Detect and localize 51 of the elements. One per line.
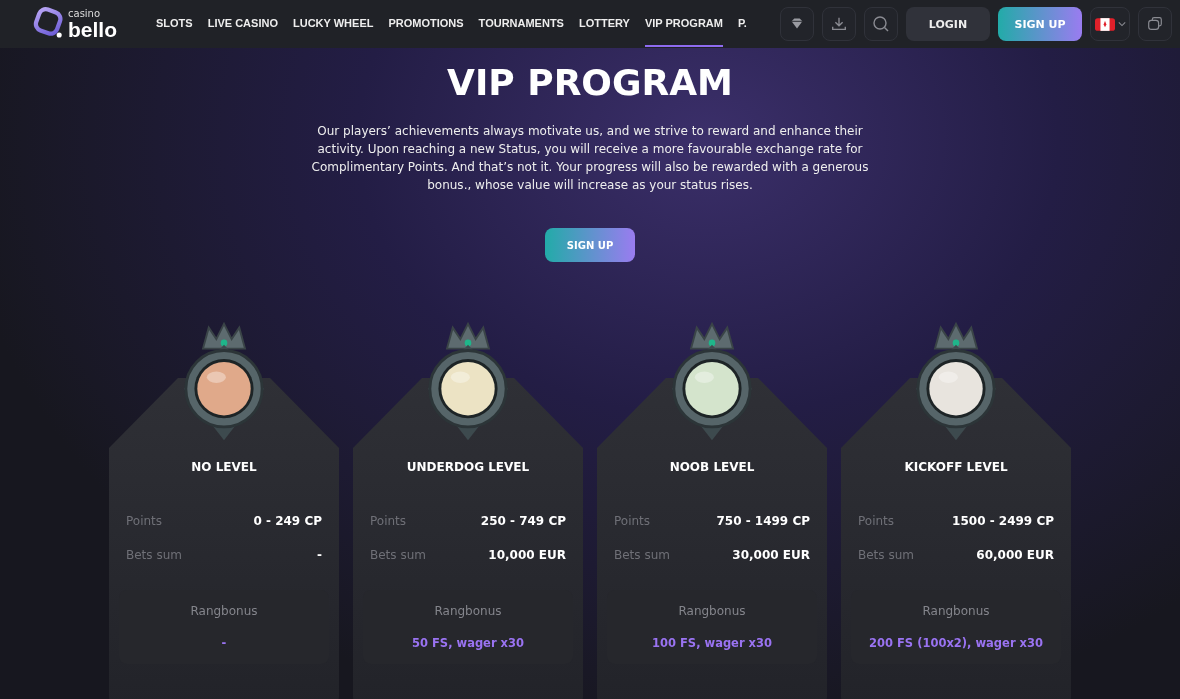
bets-value: 10,000 EUR [488, 548, 566, 562]
bonus-value: - [221, 636, 227, 650]
points-label: Points [126, 514, 163, 528]
nav-link[interactable]: LIVE CASINO [207, 1, 278, 47]
bonus-label: Rangbonus [190, 604, 258, 618]
nav-link[interactable]: LOTTERY [578, 1, 630, 47]
bonus-label: Rangbonus [922, 604, 990, 618]
login-button[interactable]: LOGIN [906, 7, 990, 41]
bets-label: Bets sum [614, 548, 670, 562]
bonus-label: Rangbonus [678, 604, 746, 618]
points-value: 1500 - 2499 CP [952, 514, 1054, 528]
level-title: KICKOFF LEVEL [903, 460, 1009, 474]
chat-icon [1146, 15, 1164, 33]
bets-value: 30,000 EUR [732, 548, 810, 562]
points-value: 750 - 1499 CP [716, 514, 810, 528]
search-button[interactable] [864, 7, 898, 41]
points-value: 250 - 749 CP [480, 514, 566, 528]
nav-link[interactable]: P. [737, 1, 747, 47]
bonus-label: Rangbonus [434, 604, 502, 618]
bets-value: 60,000 EUR [976, 548, 1054, 562]
points-label: Points [858, 514, 895, 528]
nav-link[interactable]: TOURNAMENTS [478, 1, 564, 47]
bonus-value: 50 FS, wager x30 [412, 636, 524, 650]
intro-paragraph: Our players’ achievements always motivate us, and we strive to reward and enhance their activity. Upon reaching a new Status, you will receive a more favourable exchange rate for Complimentary Points. And that’s not it. Your progress will also be rewarded with a generous bonus., whose value will increase as your status rises. [310, 123, 870, 194]
level-title: UNDERDOG LEVEL [405, 460, 531, 474]
diamond-button[interactable] [780, 7, 814, 41]
flag-icon [1094, 17, 1115, 31]
points-label: Points [370, 514, 407, 528]
bets-value: - [317, 548, 322, 562]
chevron-down-icon [1117, 21, 1126, 27]
points-label: Points [614, 514, 651, 528]
points-value: 0 - 249 CP [253, 514, 322, 528]
page-title: VIP PROGRAM [447, 61, 733, 105]
nav-link[interactable]: VIP PROGRAM [644, 1, 723, 47]
level-title: NO LEVEL [190, 460, 258, 474]
search-icon [871, 14, 891, 34]
logo-text: casino [68, 8, 102, 19]
logo-title: bello [68, 18, 117, 40]
bets-label: Bets sum [126, 548, 182, 562]
nav-link[interactable]: SLOTS [156, 1, 193, 47]
bets-label: Bets sum [858, 548, 914, 562]
download-icon [830, 15, 848, 33]
bonus-value: 200 FS (100x2), wager x30 [869, 636, 1043, 650]
level-title: NOOB LEVEL [668, 460, 756, 474]
bets-label: Bets sum [370, 548, 426, 562]
download-button[interactable] [822, 7, 856, 41]
bonus-value: 100 FS, wager x30 [652, 636, 772, 650]
language-selector[interactable] [1090, 7, 1130, 41]
nav-link[interactable]: LUCKY WHEEL [292, 1, 374, 47]
nav-link[interactable]: PROMOTIONS [388, 1, 464, 47]
chat-button[interactable] [1138, 7, 1172, 41]
